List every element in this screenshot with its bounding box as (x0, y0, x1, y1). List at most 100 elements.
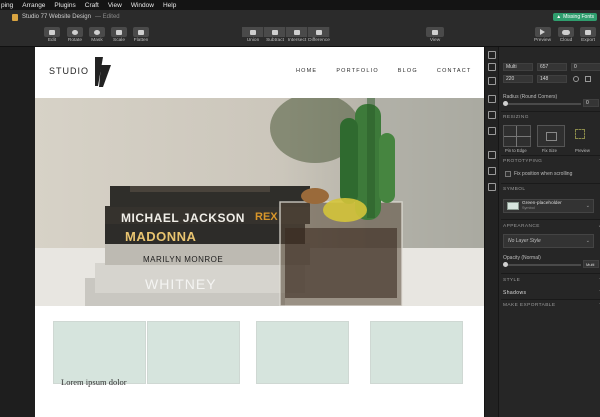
subtract-label: Subtract (266, 38, 284, 43)
play-icon (540, 29, 546, 35)
play-arrow-icon[interactable] (488, 95, 496, 103)
menu-item-help[interactable]: Help (163, 2, 176, 9)
divider (501, 183, 600, 184)
artboard[interactable]: STUDIO HOME PORTFOLIO BLOG CONTACT MICHA… (35, 47, 484, 417)
inspector-toggle-icon[interactable] (488, 51, 496, 59)
menu-item-view[interactable]: View (108, 2, 122, 9)
divider (501, 219, 600, 220)
nav-home[interactable]: HOME (296, 68, 317, 74)
chevron-down-icon: ⌄ (585, 203, 590, 209)
mask-button[interactable]: Mask (89, 27, 105, 43)
menu-item-craft[interactable]: Craft (85, 2, 99, 9)
edit-label: Edit (47, 38, 57, 43)
height-field[interactable]: 148 (537, 75, 567, 83)
cactus-pot (279, 98, 403, 306)
symbol-header: SYMBOL (503, 187, 600, 192)
resizing-preview (575, 129, 585, 139)
green-placeholder-1[interactable] (53, 321, 146, 384)
rotate-button[interactable]: Rotate (67, 27, 83, 43)
intersect-button[interactable]: Intersect (286, 27, 308, 43)
green-placeholder-2[interactable] (147, 321, 240, 384)
preview-button[interactable]: Preview (534, 27, 551, 43)
export-label: Export (581, 38, 595, 43)
menu-item-plugins[interactable]: Plugins (54, 2, 75, 9)
symbol-swatch (507, 202, 519, 210)
document-icon (12, 13, 18, 21)
cloud-icon (562, 29, 570, 35)
layers-panel (0, 47, 35, 417)
scale-button[interactable]: Scale (111, 27, 127, 43)
fix-size-label: Fix Size (542, 148, 557, 153)
appearance-title: APPEARANCE (503, 224, 540, 229)
shadows-row: Shadows + (503, 289, 600, 296)
multi-field[interactable]: Multi (503, 63, 533, 71)
pin-to-edge-label: Pin to Edge (505, 148, 527, 153)
intersect-icon (293, 29, 300, 35)
subtract-icon (271, 29, 278, 35)
resizing-header: RESIZING (503, 115, 600, 120)
flip-icon[interactable] (585, 76, 591, 82)
missing-fonts-badge[interactable]: ▲ Missing Fonts (553, 13, 597, 21)
y-field[interactable]: 0 (571, 63, 600, 71)
hero-image[interactable]: MICHAEL JACKSON REX MADONNA MARILYN MONR… (35, 98, 484, 306)
rotate-icon[interactable] (573, 76, 579, 82)
layer-icon[interactable] (488, 77, 496, 85)
style-icon[interactable] (488, 127, 496, 135)
appearance-header: APPEARANCE ⌄ (503, 223, 600, 229)
fix-position-row[interactable]: Fix position when scrolling (505, 171, 572, 177)
cloud-button[interactable]: Cloud (558, 27, 574, 43)
opacity-slider-knob[interactable] (503, 262, 508, 267)
nav-blog[interactable]: BLOG (398, 68, 418, 74)
divider (501, 273, 600, 274)
opacity-field[interactable]: Multi (583, 260, 599, 268)
prototyping-header: PROTOTYPING + (503, 158, 600, 164)
caption-text: Lorem ipsum dolor (61, 377, 127, 387)
layer-style-dropdown[interactable]: No Layer Style ⌄ (503, 234, 594, 248)
green-placeholder-3[interactable] (256, 321, 349, 384)
width-field[interactable]: 220 (503, 75, 533, 83)
code-icon[interactable] (488, 167, 496, 175)
scale-label: Scale (113, 38, 125, 43)
warning-icon: ▲ (556, 14, 562, 20)
fix-position-checkbox[interactable] (505, 171, 511, 177)
opacity-slider[interactable] (505, 264, 581, 266)
union-button[interactable]: Union (242, 27, 264, 43)
window-title: Studio 77 Website Design (22, 14, 91, 20)
pin-icon[interactable] (488, 111, 496, 119)
menu-item-window[interactable]: Window (131, 2, 154, 9)
resizing-title: RESIZING (503, 115, 529, 120)
pin-to-edge-control[interactable] (503, 125, 531, 147)
chevron-down-icon: ⌄ (585, 238, 590, 244)
symbol-icon[interactable] (488, 183, 496, 191)
menu-item-arrange[interactable]: Arrange (22, 2, 45, 9)
difference-icon (315, 29, 322, 35)
fix-size-control[interactable] (537, 125, 565, 147)
subtract-button[interactable]: Subtract (264, 27, 286, 43)
preview-label: Preview (534, 38, 552, 43)
canvas[interactable]: STUDIO HOME PORTFOLIO BLOG CONTACT MICHA… (35, 47, 484, 417)
scale-icon (116, 29, 122, 35)
menu-item-partial[interactable]: ping (1, 2, 13, 9)
title-bar: Studio 77 Website Design — Edited ▲ Miss… (0, 10, 600, 24)
symbol-dropdown[interactable]: Green-placeholder Symbol ⌄ (503, 199, 594, 213)
green-placeholder-4[interactable] (370, 321, 463, 384)
mask-icon (94, 29, 100, 35)
opacity-label: Opacity (Normal) (503, 255, 541, 261)
mask-label: Mask (91, 38, 103, 43)
x-field[interactable]: 657 (537, 63, 567, 71)
nav-contact[interactable]: CONTACT (437, 68, 472, 74)
flatten-button[interactable]: Flatten (133, 27, 149, 43)
rotate-label: Rotate (67, 38, 83, 43)
edit-button[interactable]: Edit (44, 27, 60, 43)
grid-icon[interactable] (488, 151, 496, 159)
boolean-ops-group: Union Subtract Intersect Difference (242, 27, 330, 43)
export-button[interactable]: Export (580, 27, 596, 43)
nav-portfolio[interactable]: PORTFOLIO (336, 68, 378, 74)
align-icon[interactable] (488, 63, 496, 71)
inspector-icon-column (485, 47, 499, 417)
radius-slider[interactable] (505, 103, 581, 105)
difference-button[interactable]: Difference (308, 27, 330, 43)
view-button[interactable]: View (426, 27, 444, 43)
radius-slider-knob[interactable] (503, 101, 508, 106)
radius-field[interactable]: 0 (583, 99, 599, 107)
